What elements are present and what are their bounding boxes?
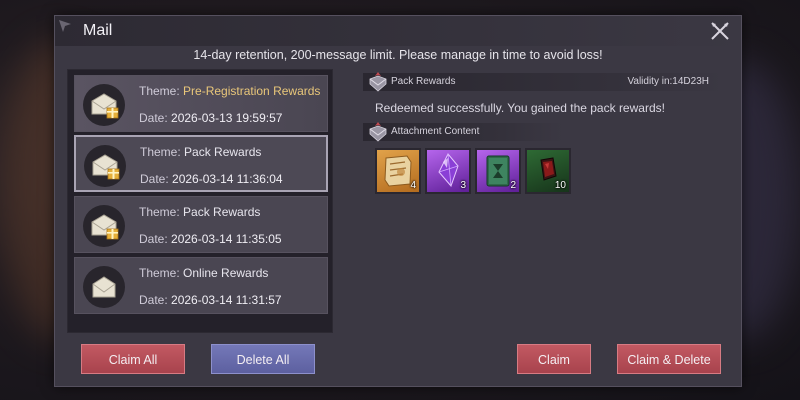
date-label: Date: — [139, 232, 168, 246]
theme-label: Theme: — [140, 145, 181, 159]
mail-date: 2026-03-14 11:36:04 — [172, 172, 283, 186]
item-count: 4 — [410, 180, 416, 191]
mail-header: Mail — [55, 16, 741, 46]
date-label: Date: — [139, 111, 168, 125]
validity-text: Validity in:14D23H — [627, 76, 709, 87]
corner-ornament-icon — [59, 20, 71, 32]
retention-notice: 14-day retention, 200-message limit. Ple… — [193, 48, 603, 62]
mail-date: 2026-03-14 11:31:57 — [171, 293, 282, 307]
mail-window: Mail 14-day retention, 200-message limit… — [54, 15, 742, 387]
claim-and-delete-button[interactable]: Claim & Delete — [617, 344, 721, 374]
mail-list-item[interactable]: Theme: Online Rewards Date: 2026-03-14 1… — [74, 257, 328, 314]
attachment-header: Attachment Content — [363, 122, 563, 142]
attachment-item[interactable]: 3 — [425, 148, 471, 194]
theme-label: Theme: — [139, 205, 180, 219]
envelope-gift-icon — [83, 205, 125, 247]
emblem-icon — [369, 72, 387, 92]
delete-all-button[interactable]: Delete All — [211, 344, 315, 374]
attachment-title: Attachment Content — [391, 126, 480, 137]
item-count: 2 — [510, 180, 516, 191]
mail-message: Redeemed successfully. You gained the pa… — [375, 101, 665, 115]
close-icon — [711, 22, 729, 40]
mail-theme: Pack Rewards — [184, 145, 262, 159]
emblem-icon — [369, 122, 387, 142]
attachment-item[interactable]: 4 — [375, 148, 421, 194]
detail-title: Pack Rewards — [391, 76, 456, 87]
mail-list-item[interactable]: Theme: Pack Rewards Date: 2026-03-14 11:… — [74, 196, 328, 253]
attachment-item[interactable]: 2 — [475, 148, 521, 194]
item-count: 3 — [460, 180, 466, 191]
attachment-item[interactable]: 10 — [525, 148, 571, 194]
mail-date: 2026-03-13 19:59:57 — [171, 111, 283, 125]
date-label: Date: — [139, 293, 168, 307]
window-title: Mail — [83, 22, 113, 39]
mail-list-item[interactable]: Theme: Pack Rewards Date: 2026-03-14 11:… — [74, 135, 328, 192]
theme-label: Theme: — [139, 266, 180, 280]
theme-label: Theme: — [139, 84, 180, 98]
claim-all-button[interactable]: Claim All — [81, 344, 185, 374]
envelope-icon — [83, 266, 125, 308]
close-button[interactable] — [709, 20, 731, 42]
mail-theme: Pre-Registration Rewards — [183, 84, 321, 98]
mail-theme: Online Rewards — [183, 266, 269, 280]
mail-list-item[interactable]: Theme: Pre-Registration Rewards Date: 20… — [74, 75, 328, 132]
envelope-gift-icon — [83, 84, 125, 126]
detail-header: Pack Rewards Validity in:14D23H — [363, 72, 723, 92]
mail-date: 2026-03-14 11:35:05 — [171, 232, 282, 246]
mail-theme: Pack Rewards — [183, 205, 261, 219]
claim-button[interactable]: Claim — [517, 344, 591, 374]
envelope-gift-icon — [84, 145, 126, 187]
item-count: 10 — [554, 180, 566, 191]
mail-list: Theme: Pre-Registration Rewards Date: 20… — [67, 69, 333, 333]
date-label: Date: — [140, 172, 169, 186]
